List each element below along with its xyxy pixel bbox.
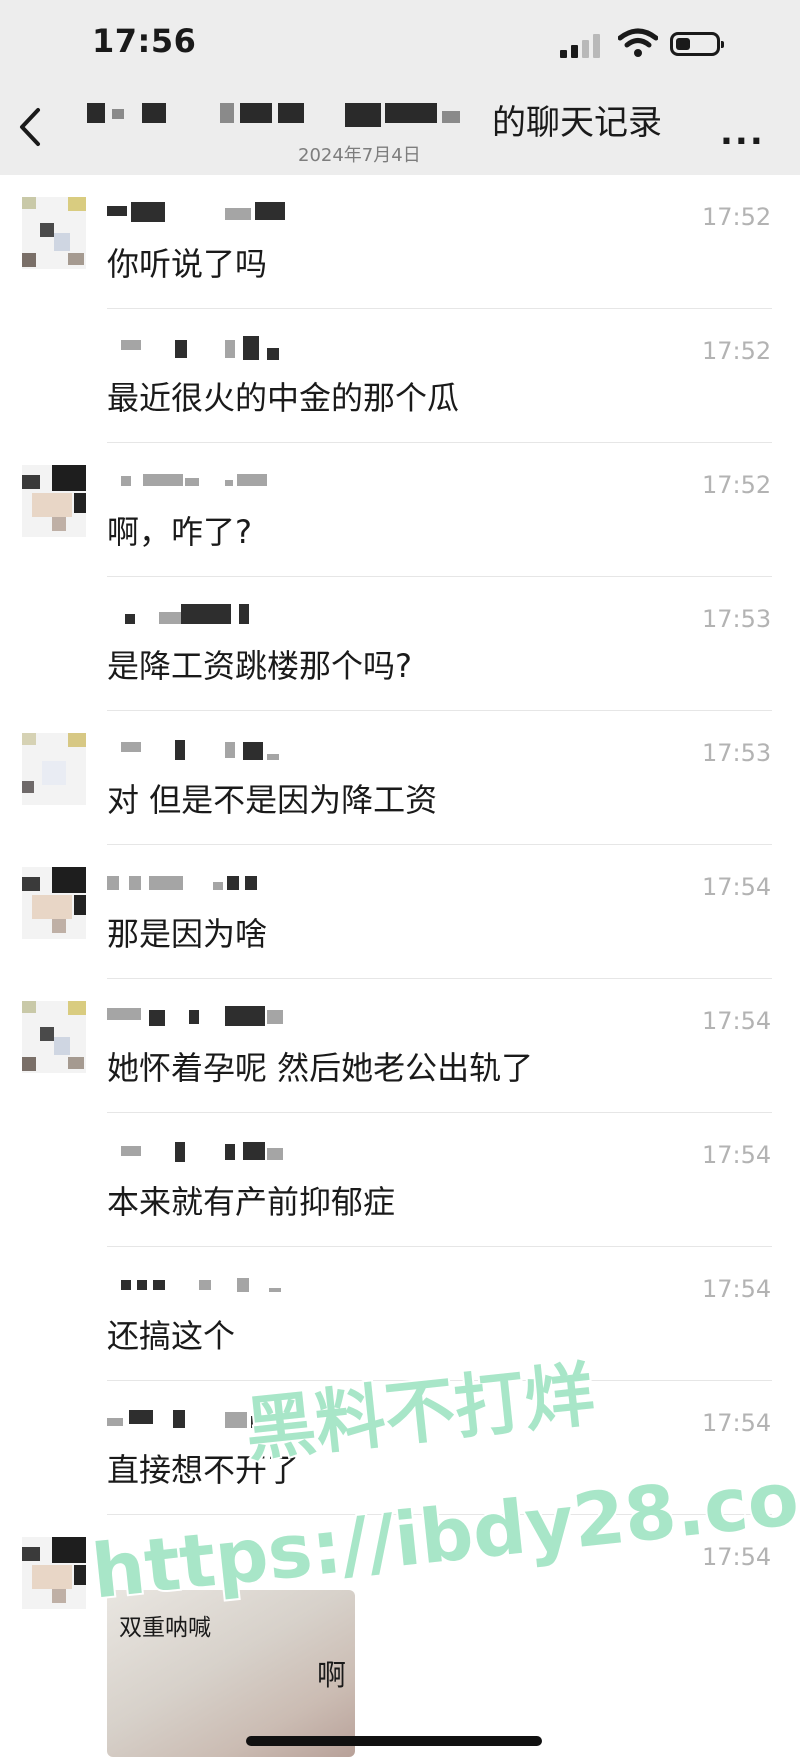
sticker-caption: 啊 [317, 1658, 347, 1692]
sticker-caption: 双重呐喊 [119, 1615, 211, 1641]
top-bar: 17:56 的聊天记录 2024年7月4日 ... [0, 0, 800, 175]
sender-name-redacted [107, 604, 327, 634]
message-row: 17:54 她怀着孕呢 然后她老公出轨了 [0, 979, 800, 1113]
message-time: 17:54 [702, 1409, 772, 1437]
more-options-button[interactable]: ... [720, 113, 765, 153]
avatar [22, 1537, 86, 1609]
sender-name-redacted [107, 470, 327, 500]
message-row: 17:52 你听说了吗 [0, 175, 800, 309]
message-text[interactable]: 是降工资跳楼那个吗? [107, 641, 412, 687]
avatar [22, 1001, 86, 1073]
message-time: 17:52 [702, 203, 772, 231]
cellular-signal-icon [560, 34, 606, 58]
avatar [22, 733, 86, 805]
message-text[interactable]: 啊，咋了? [107, 507, 252, 553]
message-row: 17:53 是降工资跳楼那个吗? [0, 577, 800, 711]
message-time: 17:54 [702, 1275, 772, 1303]
message-row: 17:53 对 但是不是因为降工资 [0, 711, 800, 845]
battery-icon [670, 32, 724, 56]
message-row: 17:52 啊，咋了? [0, 443, 800, 577]
sender-name-redacted [107, 202, 327, 232]
sender-name-redacted [107, 1274, 327, 1304]
sticker-image[interactable]: 双重呐喊 啊 [107, 1590, 355, 1757]
message-time: 17:54 [702, 1007, 772, 1035]
sender-name-redacted [107, 1006, 327, 1036]
message-row: 17:54 本来就有产前抑郁症 [0, 1113, 800, 1247]
message-time: 17:53 [702, 605, 772, 633]
sender-name-redacted [107, 336, 327, 366]
title-text: 的聊天记录 [492, 103, 662, 143]
message-text[interactable]: 对 但是不是因为降工资 [107, 775, 437, 821]
message-time: 17:54 [702, 1141, 772, 1169]
message-time: 17:54 [702, 873, 772, 901]
sender-name-redacted [107, 1140, 327, 1170]
back-chevron-icon[interactable] [10, 102, 50, 152]
message-text[interactable]: 她怀着孕呢 然后她老公出轨了 [107, 1043, 533, 1089]
message-text[interactable]: 还搞这个 [107, 1311, 235, 1357]
avatar [22, 867, 86, 939]
avatar [22, 197, 86, 269]
home-indicator [246, 1736, 542, 1746]
message-row: 17:52 最近很火的中金的那个瓜 [0, 309, 800, 443]
sender-name-redacted [107, 872, 327, 902]
message-time: 17:53 [702, 739, 772, 767]
chat-date: 2024年7月4日 [298, 145, 421, 166]
message-row: 17:54 那是因为啥 [0, 845, 800, 979]
message-text[interactable]: 本来就有产前抑郁症 [107, 1177, 395, 1223]
message-text[interactable]: 最近很火的中金的那个瓜 [107, 373, 459, 419]
sender-name-redacted [107, 738, 327, 768]
message-text[interactable]: 那是因为啥 [107, 909, 267, 955]
avatar [22, 465, 86, 537]
message-text[interactable]: 你听说了吗 [107, 239, 267, 285]
message-time: 17:52 [702, 471, 772, 499]
chat-record-title: 的聊天记录 2024年7月4日 [80, 95, 690, 166]
message-time: 17:52 [702, 337, 772, 365]
wifi-icon [618, 28, 658, 57]
status-time: 17:56 [92, 22, 197, 60]
